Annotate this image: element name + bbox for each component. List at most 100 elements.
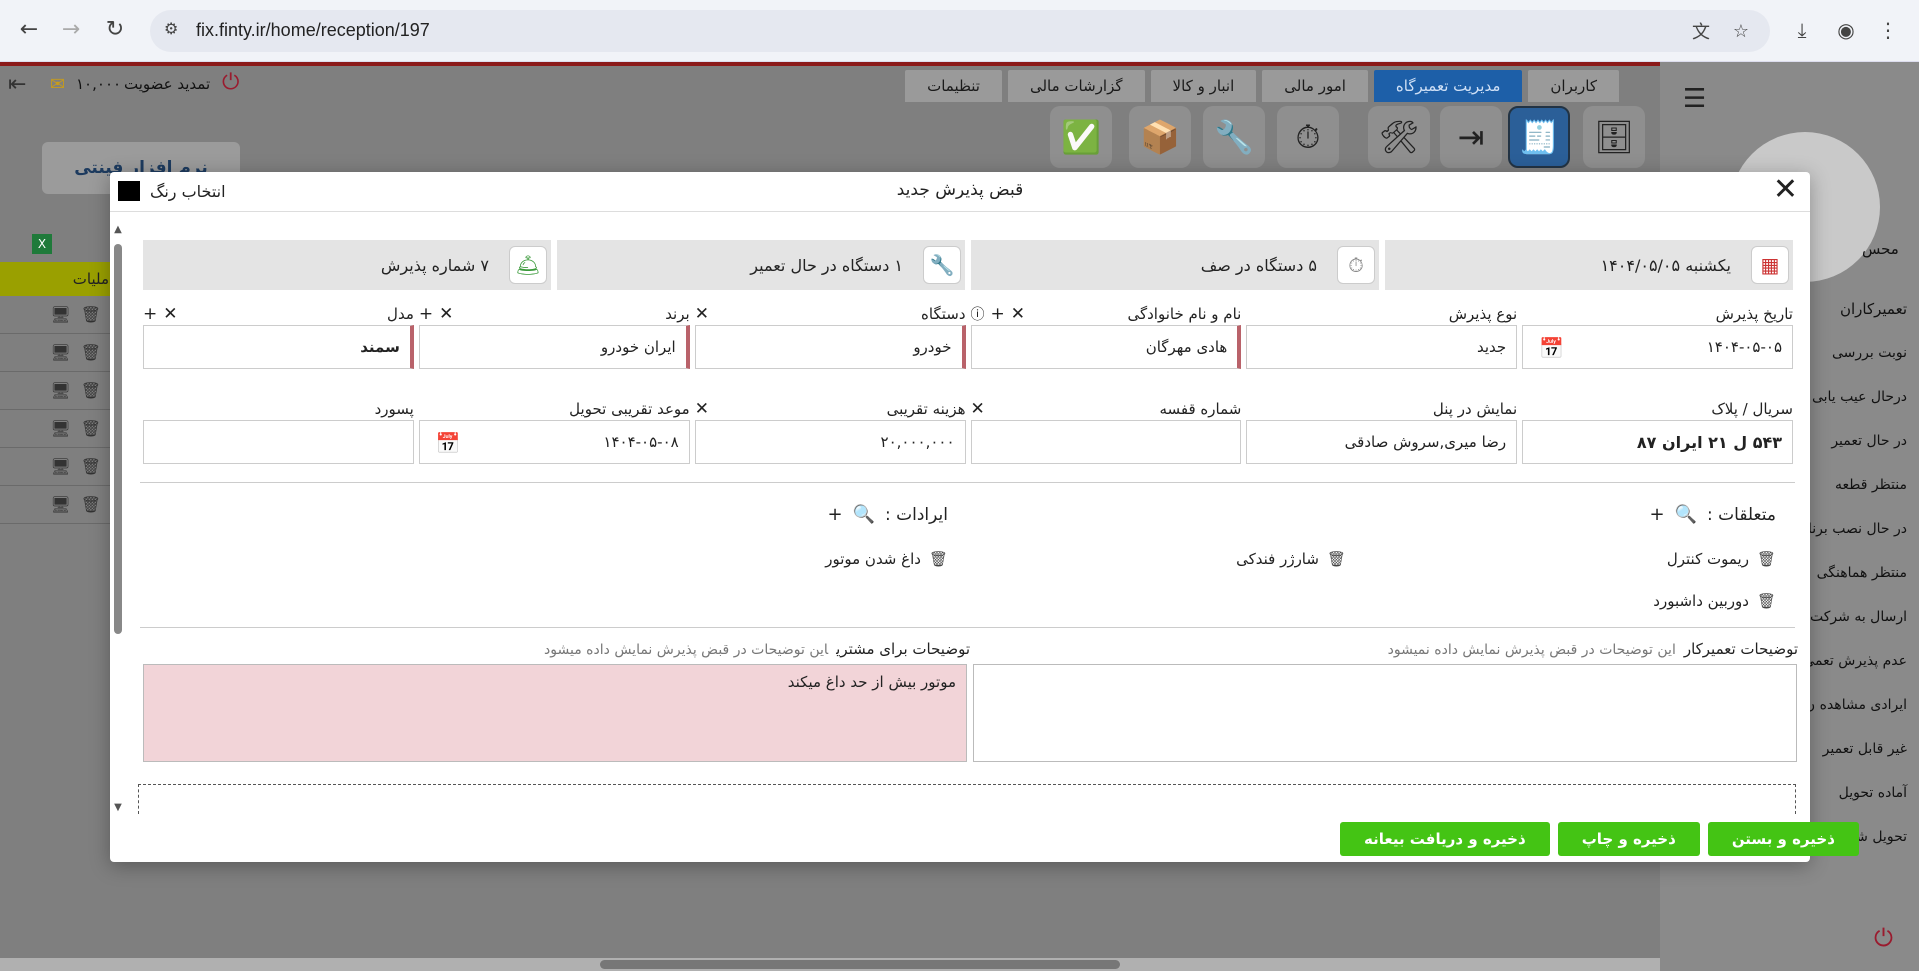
trash-icon[interactable]: 🗑: [929, 550, 948, 568]
hamburger-icon[interactable]: ☰: [1683, 84, 1706, 114]
calendar-icon[interactable]: 📅: [1539, 336, 1564, 360]
power-icon[interactable]: ⏻: [222, 70, 239, 95]
color-swatch[interactable]: [118, 181, 140, 201]
password-input[interactable]: [143, 420, 414, 464]
modal-scrollbar[interactable]: ▲ ▼: [112, 224, 124, 814]
excel-icon[interactable]: X: [32, 234, 52, 254]
tab-finance[interactable]: امور مالی: [1262, 70, 1368, 102]
tools-tool-icon[interactable]: 🛠: [1368, 106, 1430, 168]
side-item-sent-to-company[interactable]: ارسال به شرکت گا: [1800, 595, 1919, 639]
trash-icon[interactable]: 🗑: [1757, 592, 1776, 610]
monitor-icon[interactable]: 🖥: [50, 381, 70, 400]
url-text[interactable]: fix.finty.ir/home/reception/197: [196, 20, 430, 41]
serial-plate-input[interactable]: ۵۴۳ ل ۲۱ ایران ۸۷: [1522, 420, 1793, 464]
tab-users[interactable]: کاربران: [1528, 70, 1619, 102]
download-icon[interactable]: ⤓: [1787, 15, 1817, 45]
trash-icon[interactable]: 🗑: [1327, 550, 1346, 568]
box-tool-icon[interactable]: 📦: [1129, 106, 1191, 168]
wrench-tool-icon[interactable]: 🔧: [1203, 106, 1265, 168]
tech-notes-textarea[interactable]: [973, 664, 1797, 762]
save-and-deposit-button[interactable]: ذخیره و دریافت بیعانه: [1340, 822, 1550, 856]
tab-workshop[interactable]: مدیریت تعمیرگاه: [1373, 70, 1523, 102]
save-and-close-button[interactable]: ذخیره و بستن: [1707, 822, 1859, 856]
membership-label[interactable]: تمدید عضویت: [124, 75, 210, 93]
scroll-up-icon[interactable]: ▲: [112, 224, 124, 236]
brand-select[interactable]: ایران خودرو: [418, 325, 690, 369]
power-bottom-icon[interactable]: ⏻: [1874, 924, 1893, 952]
delivery-date-input[interactable]: ۱۴۰۴-۰۵-۰۸ 📅: [418, 420, 690, 464]
delivered-tool-icon[interactable]: ✅: [1050, 106, 1112, 168]
trash-icon[interactable]: 🗑: [81, 381, 101, 400]
trash-icon[interactable]: 🗑: [1757, 550, 1776, 568]
scrollbar-thumb[interactable]: [600, 960, 1120, 969]
side-item-not-accepted[interactable]: عدم پذیرش تعمی: [1800, 639, 1919, 683]
color-picker[interactable]: انتخاب رنگ: [118, 181, 226, 201]
address-bar[interactable]: ⚙ fix.finty.ir/home/reception/197 文 ☆: [150, 10, 1770, 52]
reception-tool-icon[interactable]: 🧾: [1508, 106, 1570, 168]
clear-icon[interactable]: ✕: [1011, 304, 1025, 324]
stopwatch-tool-icon[interactable]: ⏱: [1277, 106, 1339, 168]
clear-icon[interactable]: ✕: [971, 399, 985, 419]
tab-inventory[interactable]: انبار و کالا: [1150, 70, 1257, 102]
monitor-icon[interactable]: 🖥: [50, 495, 70, 514]
zoom-search-icon[interactable]: 🔍: [853, 504, 875, 525]
site-settings-icon[interactable]: ⚙: [164, 19, 188, 43]
tab-reports[interactable]: گزارشات مالی: [1007, 70, 1145, 102]
profile-icon[interactable]: ◉: [1831, 15, 1861, 45]
side-item-review-queue[interactable]: نوبت بررسی: [1800, 331, 1919, 375]
side-item-waiting-coordination[interactable]: منتظر هماهنگی: [1800, 551, 1919, 595]
trash-icon[interactable]: 🗑: [81, 495, 101, 514]
clear-icon[interactable]: ✕: [163, 304, 177, 324]
customer-notes-textarea[interactable]: موتور بیش از حد داغ میکند: [143, 664, 967, 762]
reception-type-select[interactable]: جدید: [1246, 325, 1518, 369]
monitor-icon[interactable]: 🖥: [50, 343, 70, 362]
clear-icon[interactable]: ✕: [695, 304, 709, 324]
add-issue-icon[interactable]: +: [827, 504, 842, 525]
side-item-waiting-part[interactable]: منتظر قطعه: [1800, 463, 1919, 507]
horizontal-scrollbar[interactable]: [0, 958, 1660, 971]
translate-icon[interactable]: 文: [1688, 18, 1714, 44]
side-item-unrepairable[interactable]: غیر قابل تعمیر: [1800, 727, 1919, 771]
side-item-installing[interactable]: در حال نصب برنا: [1800, 507, 1919, 551]
estimated-cost-input[interactable]: ۲۰,۰۰۰,۰۰۰: [694, 420, 966, 464]
back-icon[interactable]: ←: [14, 14, 44, 44]
tab-settings[interactable]: تنظیمات: [905, 70, 1002, 102]
save-and-print-button[interactable]: ذخیره و چاپ: [1557, 822, 1700, 856]
customer-name-input[interactable]: هادی مهرگان: [970, 325, 1242, 369]
model-select[interactable]: سمند: [143, 325, 414, 369]
bookmark-star-icon[interactable]: ☆: [1728, 18, 1754, 44]
trash-icon[interactable]: 🗑: [81, 305, 101, 324]
close-icon[interactable]: ✕: [1773, 174, 1798, 206]
reload-icon[interactable]: ↻: [100, 14, 130, 44]
more-menu-icon[interactable]: ⋮: [1873, 15, 1903, 45]
add-icon[interactable]: +: [419, 304, 433, 324]
zoom-search-icon[interactable]: 🔍: [1675, 504, 1697, 525]
login-tool-icon[interactable]: ⇥: [1440, 106, 1502, 168]
trash-icon[interactable]: 🗑: [81, 343, 101, 362]
logout-icon[interactable]: ⇤: [8, 72, 26, 97]
scrollbar-thumb[interactable]: [114, 244, 122, 634]
shelf-number-select[interactable]: [970, 420, 1242, 464]
side-item-no-issue[interactable]: ایرادی مشاهده ن: [1800, 683, 1919, 727]
device-select[interactable]: خودرو: [694, 325, 966, 369]
monitor-icon[interactable]: 🖥: [50, 457, 70, 476]
side-item-diagnosing[interactable]: درحال عیب یابی: [1800, 375, 1919, 419]
clear-icon[interactable]: ✕: [439, 304, 453, 324]
side-item-repairing[interactable]: در حال تعمیر: [1800, 419, 1919, 463]
clear-icon[interactable]: ✕: [695, 399, 709, 419]
add-accessory-icon[interactable]: +: [1650, 504, 1665, 525]
trash-icon[interactable]: 🗑: [81, 419, 101, 438]
add-icon[interactable]: +: [991, 304, 1005, 324]
trash-icon[interactable]: 🗑: [81, 457, 101, 476]
panel-display-select[interactable]: رضا میری,سروش صادقی: [1246, 420, 1518, 464]
calendar-icon[interactable]: 📅: [436, 431, 461, 455]
reception-date-input[interactable]: ۱۴۰۴-۰۵-۰۵ 📅: [1522, 325, 1793, 369]
add-icon[interactable]: +: [143, 304, 157, 324]
monitor-icon[interactable]: 🖥: [50, 419, 70, 438]
forward-icon[interactable]: →: [56, 14, 86, 44]
side-item-technicians[interactable]: تعمیرکاران: [1800, 287, 1919, 331]
side-item-ready[interactable]: آماده تحویل: [1800, 771, 1919, 815]
scroll-down-icon[interactable]: ▼: [112, 802, 124, 814]
list-tool-icon[interactable]: 🗄: [1583, 106, 1645, 168]
info-icon[interactable]: ⓘ: [971, 304, 985, 324]
